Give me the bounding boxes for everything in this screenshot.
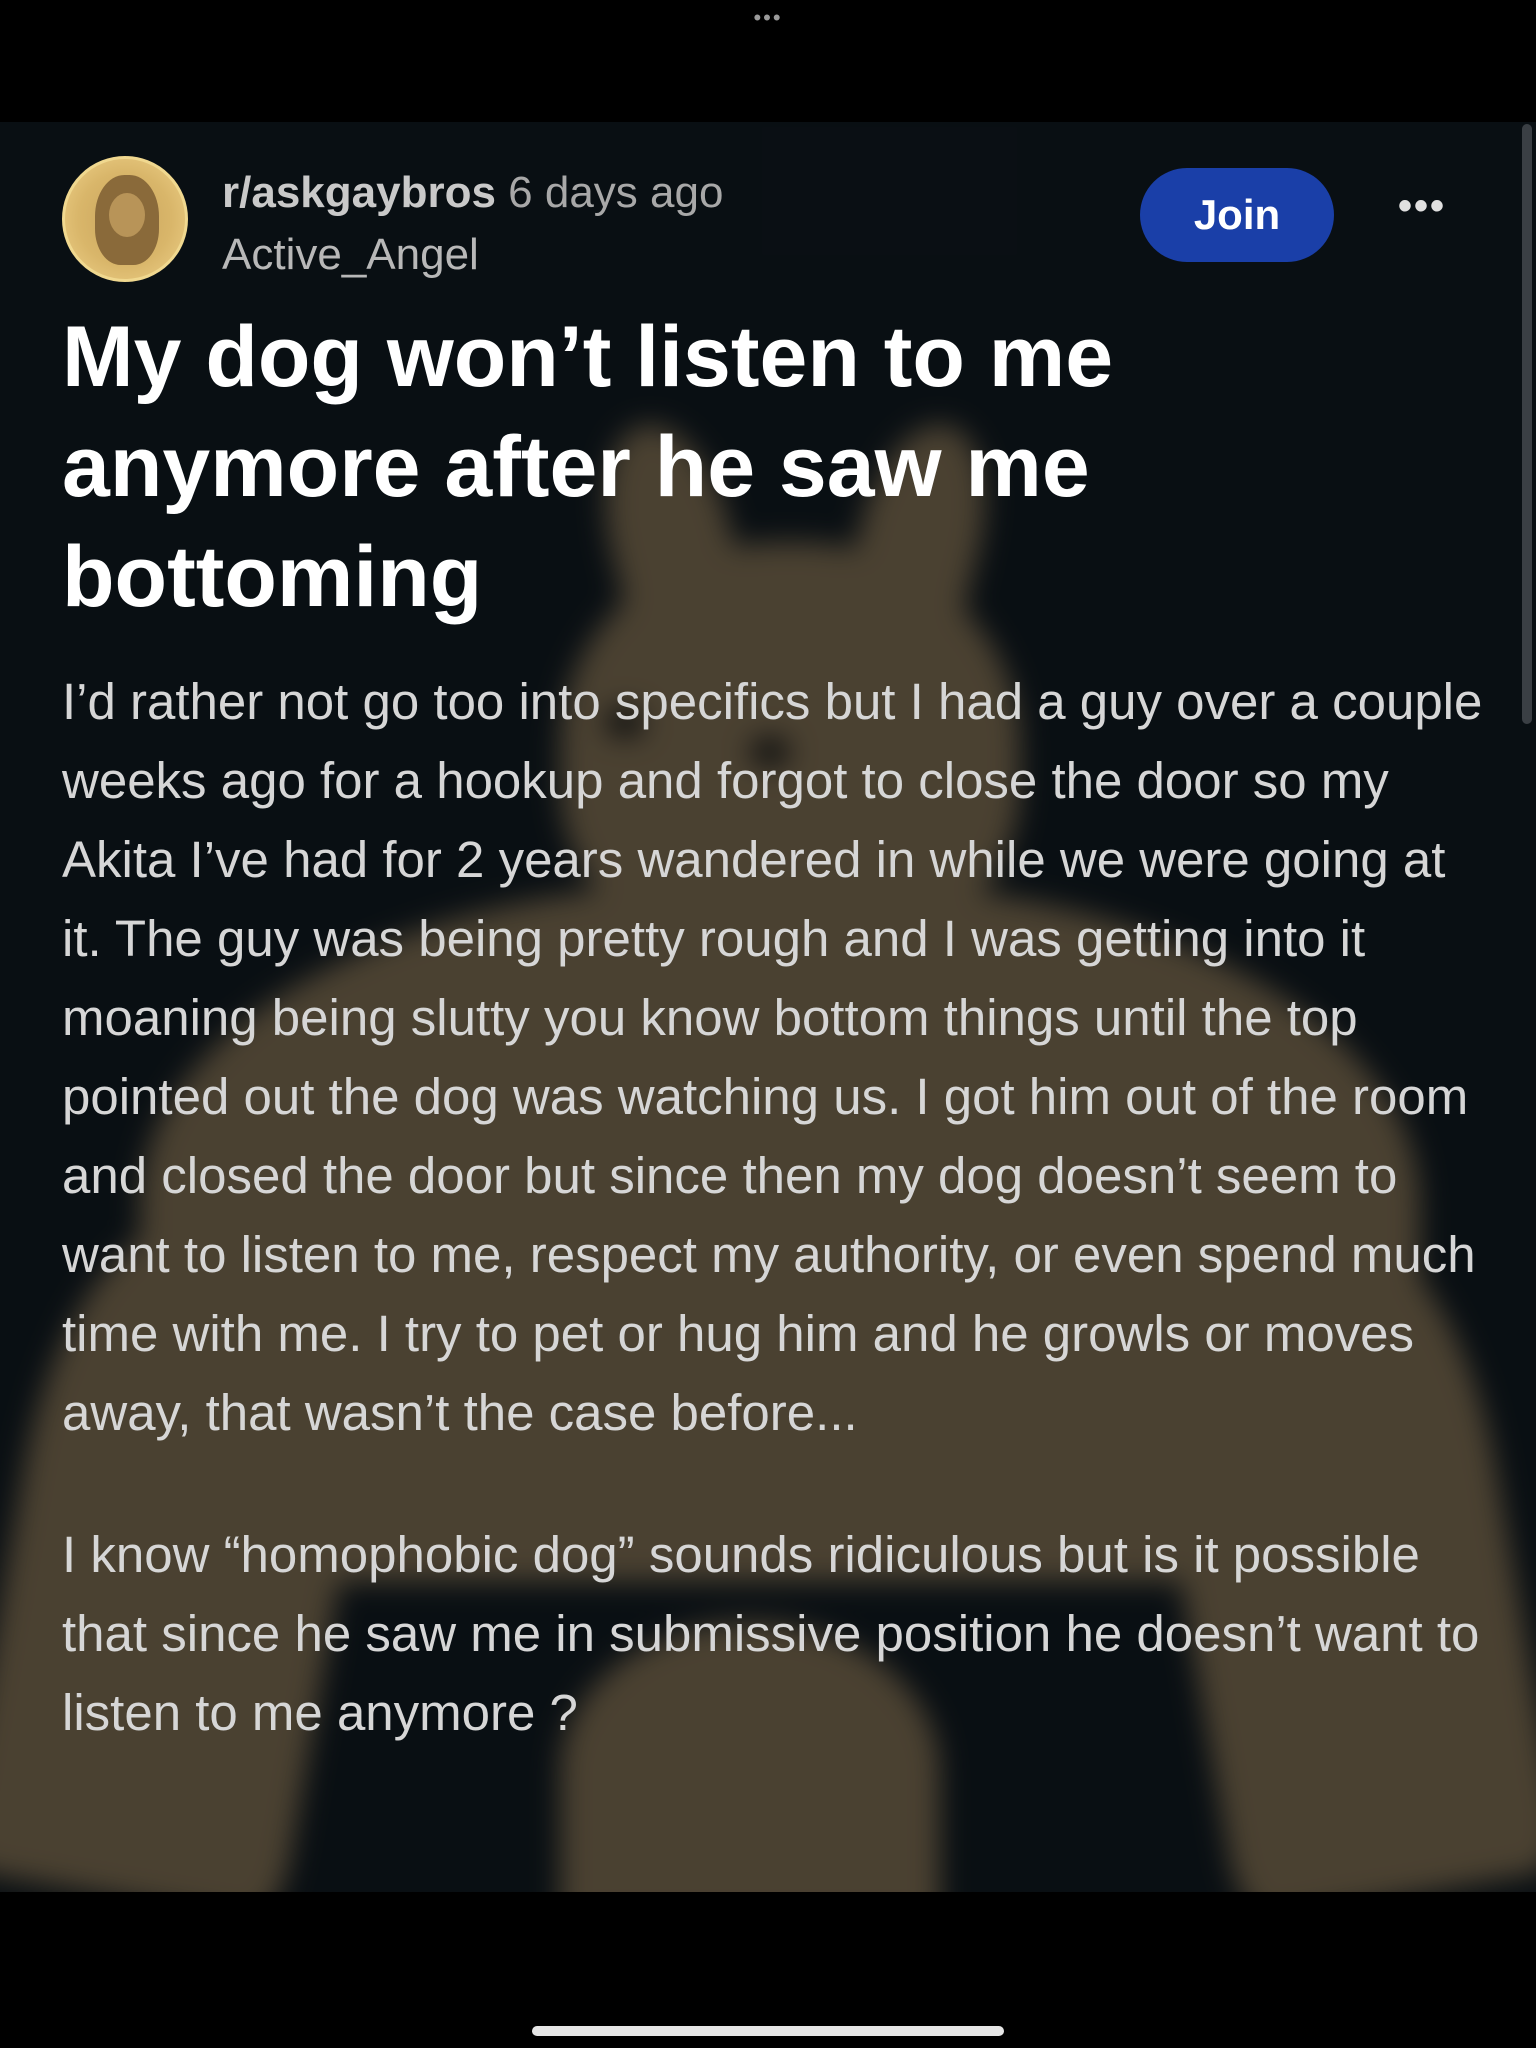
post-paragraph: I know “homophobic dog” sounds ridiculou… bbox=[62, 1526, 1480, 1741]
post-paragraph: I’d rather not go too into specifics but… bbox=[62, 673, 1483, 1441]
post-card: r/askgaybros 6 days ago Active_Angel Joi… bbox=[0, 122, 1536, 1892]
scrollbar[interactable] bbox=[1522, 124, 1532, 724]
join-button[interactable]: Join bbox=[1140, 168, 1334, 262]
author-name[interactable]: Active_Angel bbox=[222, 224, 723, 286]
subreddit-avatar[interactable] bbox=[62, 156, 188, 282]
post-header: r/askgaybros 6 days ago Active_Angel Joi… bbox=[62, 156, 1482, 286]
subreddit-name[interactable]: r/askgaybros bbox=[222, 168, 496, 217]
more-options-icon[interactable]: ••• bbox=[1398, 186, 1468, 226]
home-indicator[interactable] bbox=[532, 2026, 1004, 2036]
post-meta: r/askgaybros 6 days ago Active_Angel bbox=[222, 162, 723, 286]
post-time: 6 days ago bbox=[508, 168, 724, 217]
status-bar-dots: ••• bbox=[753, 5, 783, 30]
post-title: My dog won’t listen to me anymore after … bbox=[62, 309, 1114, 625]
post-body: I’d rather not go too into specifics but… bbox=[62, 662, 1492, 1752]
